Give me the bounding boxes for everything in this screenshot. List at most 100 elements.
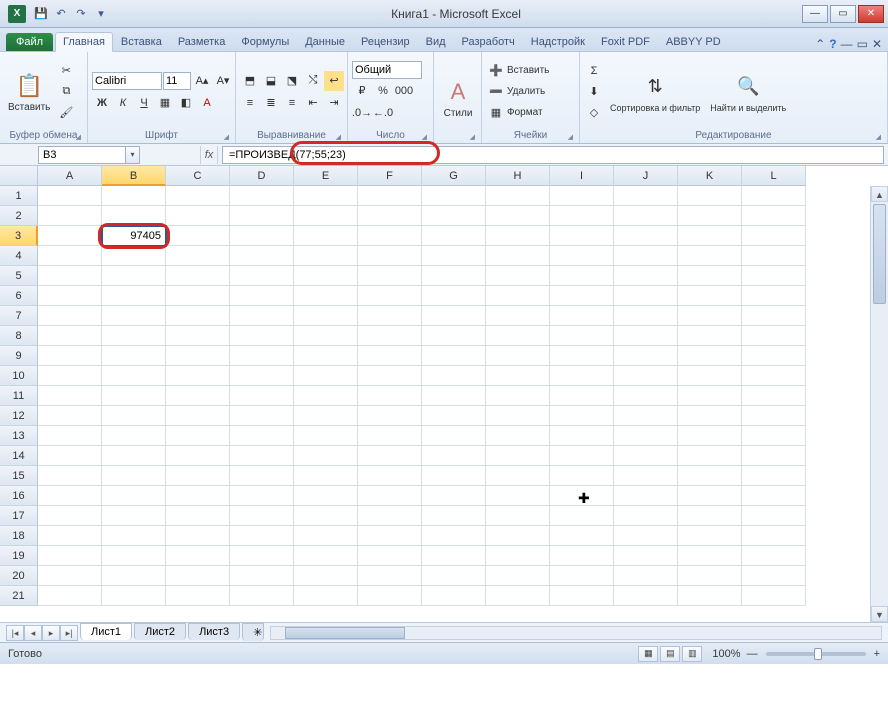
row-header[interactable]: 6 [0, 286, 38, 306]
cell[interactable] [614, 406, 678, 426]
cell[interactable] [358, 186, 422, 206]
tab-addins[interactable]: Надстройк [523, 32, 593, 51]
cell[interactable] [294, 486, 358, 506]
cell[interactable] [38, 206, 102, 226]
decrease-decimal-icon[interactable]: ←.0 [373, 103, 393, 123]
column-header[interactable]: B [102, 166, 166, 186]
cell[interactable] [550, 566, 614, 586]
cell[interactable] [742, 546, 806, 566]
increase-decimal-icon[interactable]: .0→ [352, 103, 372, 123]
cell[interactable] [486, 526, 550, 546]
cell[interactable] [614, 306, 678, 326]
cell[interactable] [550, 586, 614, 606]
decrease-font-icon[interactable]: A▾ [213, 71, 233, 91]
cut-button[interactable]: ✂ [56, 61, 76, 81]
cell[interactable] [38, 286, 102, 306]
cell[interactable] [166, 446, 230, 466]
tab-abbyy[interactable]: ABBYY PD [658, 32, 729, 51]
view-pagebreak-button[interactable]: ▥ [682, 646, 702, 662]
find-select-button[interactable]: 🔍 Найти и выделить [706, 69, 790, 115]
cell[interactable] [230, 426, 294, 446]
styles-button[interactable]: A Стили [438, 74, 478, 121]
cell[interactable] [614, 226, 678, 246]
wrap-text-icon[interactable]: ↩ [324, 71, 344, 91]
cell[interactable] [614, 506, 678, 526]
zoom-level[interactable]: 100% [712, 648, 740, 660]
cell[interactable] [678, 286, 742, 306]
decrease-indent-icon[interactable]: ⇤ [303, 93, 323, 113]
zoom-thumb[interactable] [814, 648, 822, 660]
underline-button[interactable]: Ч [134, 93, 154, 113]
horizontal-scrollbar[interactable] [270, 626, 882, 640]
cell[interactable] [614, 186, 678, 206]
row-header[interactable]: 1 [0, 186, 38, 206]
cell[interactable] [166, 266, 230, 286]
cell[interactable] [550, 426, 614, 446]
cell[interactable] [678, 206, 742, 226]
cell[interactable] [422, 306, 486, 326]
cell[interactable] [614, 546, 678, 566]
cell[interactable] [38, 266, 102, 286]
cell[interactable] [102, 306, 166, 326]
cell[interactable] [294, 546, 358, 566]
cell[interactable] [166, 566, 230, 586]
cell[interactable] [550, 306, 614, 326]
cell[interactable] [358, 546, 422, 566]
cells-area[interactable]: 97405 [38, 186, 870, 622]
qat-more-icon[interactable]: ▾ [92, 5, 110, 23]
minimize-button[interactable]: — [802, 5, 828, 23]
cell[interactable] [614, 526, 678, 546]
cell[interactable] [358, 206, 422, 226]
orientation-icon[interactable]: ⤭ [303, 71, 323, 91]
cell[interactable] [614, 346, 678, 366]
cell[interactable] [614, 426, 678, 446]
cell[interactable] [102, 286, 166, 306]
maximize-button[interactable]: ▭ [830, 5, 856, 23]
row-header[interactable]: 12 [0, 406, 38, 426]
column-header[interactable]: G [422, 166, 486, 186]
cell[interactable] [38, 566, 102, 586]
cell[interactable] [678, 306, 742, 326]
cell[interactable] [614, 286, 678, 306]
cell[interactable] [358, 386, 422, 406]
cell[interactable] [102, 346, 166, 366]
row-header[interactable]: 15 [0, 466, 38, 486]
cell[interactable] [422, 226, 486, 246]
cell[interactable] [358, 306, 422, 326]
cell[interactable] [742, 446, 806, 466]
tab-insert[interactable]: Вставка [113, 32, 170, 51]
column-header[interactable]: L [742, 166, 806, 186]
fill-icon[interactable]: ⬇ [584, 82, 604, 102]
cell[interactable] [102, 566, 166, 586]
cell[interactable] [358, 486, 422, 506]
view-normal-button[interactable]: ▦ [638, 646, 658, 662]
cell[interactable] [486, 586, 550, 606]
cell[interactable] [486, 446, 550, 466]
cell[interactable] [230, 506, 294, 526]
cell[interactable] [166, 546, 230, 566]
cell[interactable] [38, 486, 102, 506]
fill-color-button[interactable]: ◧ [176, 93, 196, 113]
cell[interactable] [550, 346, 614, 366]
cell[interactable] [358, 566, 422, 586]
zoom-slider[interactable] [766, 652, 866, 656]
cell[interactable] [422, 546, 486, 566]
cell[interactable] [742, 486, 806, 506]
row-header[interactable]: 5 [0, 266, 38, 286]
doc-close-icon[interactable]: ✕ [872, 37, 882, 51]
cell[interactable] [422, 286, 486, 306]
cell[interactable] [294, 186, 358, 206]
cell[interactable] [166, 226, 230, 246]
tab-layout[interactable]: Разметка [170, 32, 234, 51]
cell[interactable] [742, 506, 806, 526]
cell[interactable] [614, 206, 678, 226]
cell[interactable] [422, 526, 486, 546]
sheet-tab-2[interactable]: Лист2 [134, 623, 186, 640]
sheet-nav-prev[interactable]: ◂ [24, 625, 42, 641]
tab-view[interactable]: Вид [418, 32, 454, 51]
bold-button[interactable]: Ж [92, 93, 112, 113]
cell[interactable] [38, 346, 102, 366]
column-header[interactable]: J [614, 166, 678, 186]
cell[interactable] [294, 426, 358, 446]
cell[interactable] [358, 246, 422, 266]
